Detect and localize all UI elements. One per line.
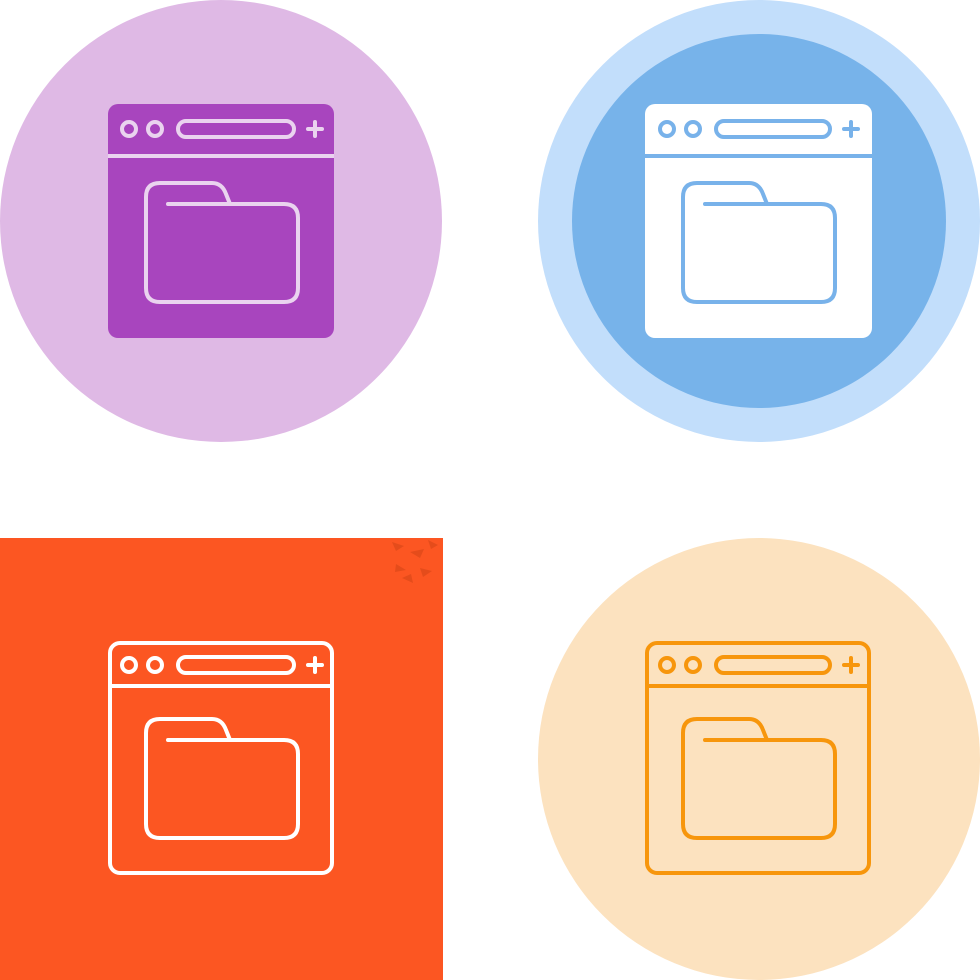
browser-folder-icon — [538, 0, 980, 442]
browser-folder-icon — [0, 538, 443, 980]
browser-folder-icon — [538, 538, 980, 980]
icon-tile-purple — [0, 0, 450, 450]
icon-tile-orange — [530, 530, 980, 980]
icon-tile-red — [0, 530, 450, 980]
browser-folder-icon — [0, 0, 442, 442]
background-circle — [538, 538, 980, 980]
background-square — [0, 538, 443, 980]
icon-tile-blue — [530, 0, 980, 450]
